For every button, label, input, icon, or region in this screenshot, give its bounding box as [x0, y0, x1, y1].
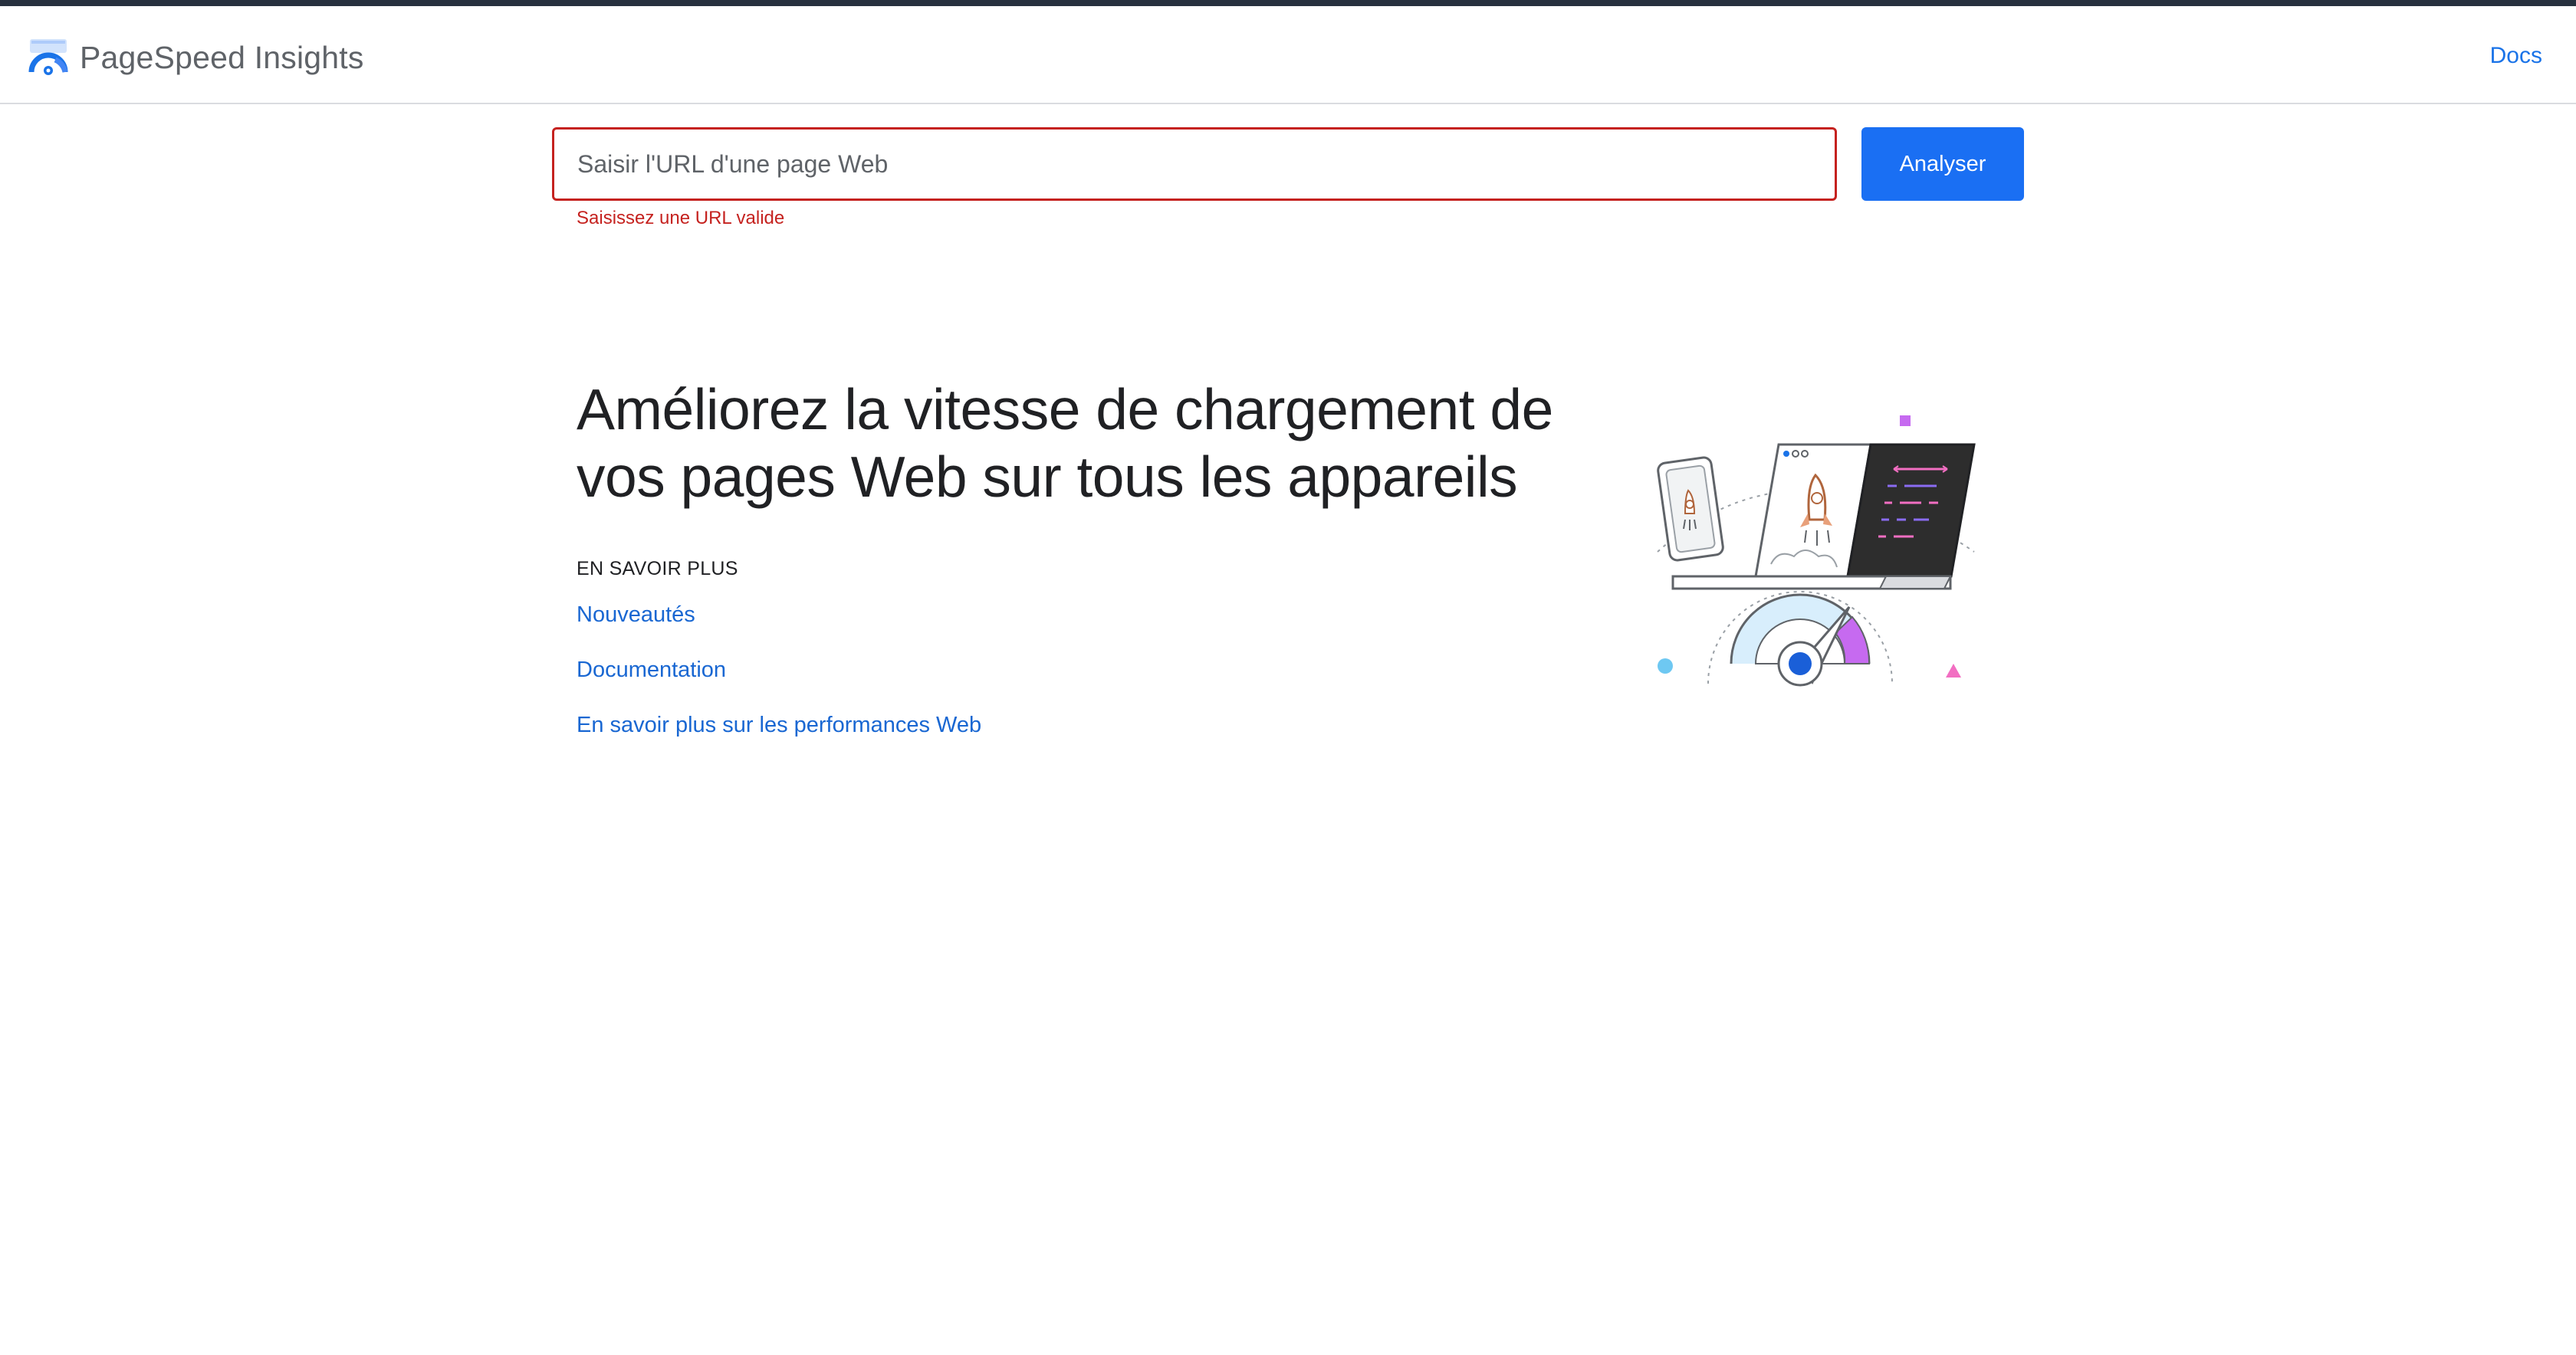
top-accent-strip: [0, 0, 2576, 6]
whats-new-link[interactable]: Nouveautés: [577, 602, 695, 628]
url-input[interactable]: [552, 127, 1837, 201]
app-title: PageSpeed Insights: [80, 39, 364, 75]
page-headline: Améliorez la vitesse de chargement de vo…: [577, 377, 1553, 509]
square-decoration: [1900, 415, 1911, 426]
code-panel-icon: [1846, 443, 1976, 578]
circle-decoration: [1658, 658, 1673, 674]
brand[interactable]: PageSpeed Insights: [28, 34, 364, 81]
docs-link[interactable]: Docs: [2490, 43, 2542, 69]
triangle-decoration: [1946, 664, 1961, 678]
devices-speed-gauge-illustration: [1657, 415, 1976, 687]
url-error-message: Saisissez une URL valide: [577, 208, 785, 228]
learn-more-heading: EN SAVOIR PLUS: [577, 558, 738, 579]
analyze-button[interactable]: Analyser: [1861, 127, 2024, 201]
speed-gauge-icon: [1707, 591, 1893, 687]
pagespeed-logo-icon: [28, 39, 68, 75]
web-performance-link[interactable]: En savoir plus sur les performances Web: [577, 713, 981, 738]
app-header: PageSpeed Insights Docs: [0, 6, 2576, 104]
documentation-link[interactable]: Documentation: [577, 658, 726, 683]
phone-icon: [1657, 456, 1724, 562]
